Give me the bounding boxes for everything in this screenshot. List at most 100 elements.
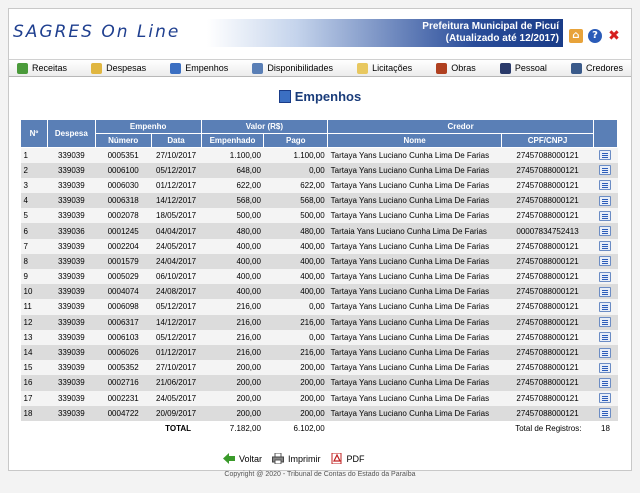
cell-data: 04/04/2017 <box>151 223 202 239</box>
home-icon[interactable]: ⌂ <box>569 29 583 43</box>
table-row: 11 339039 0006098 05/12/2017 216,00 0,00 Tarta… <box>20 299 618 315</box>
prefeitura-banner: Prefeitura Municipal de Picuí (Atualizad… <box>207 19 563 47</box>
details-icon[interactable] <box>599 408 612 419</box>
details-icon[interactable] <box>599 195 612 206</box>
nav-icon <box>357 62 369 74</box>
cell-empenhado: 400,00 <box>201 253 264 269</box>
cell-nome: Tartaya Yans Luciano Cunha Lima De Faria… <box>327 375 502 391</box>
pdf-button[interactable]: PDF <box>331 453 365 464</box>
cell-empenhado: 200,00 <box>201 405 264 421</box>
cell-cpf: 27457088000121 <box>501 375 594 391</box>
update-date: (Atualizado até 12/2017) <box>445 33 559 44</box>
details-icon[interactable] <box>599 362 612 373</box>
detail-cell <box>593 162 618 178</box>
cell-nome: Tartaya Yans Luciano Cunha Lima De Faria… <box>327 147 502 163</box>
total-pago: 6.102,00 <box>263 420 328 437</box>
cell-nome: Tartaya Yans Luciano Cunha Lima De Faria… <box>327 329 502 345</box>
details-icon[interactable] <box>599 165 612 176</box>
cell-empenhado: 568,00 <box>201 193 264 209</box>
total-empenhado: 7.182,00 <box>201 420 264 437</box>
cell-despesa: 339039 <box>47 360 96 376</box>
cell-n: 15 <box>20 360 48 376</box>
detail-cell <box>593 223 618 239</box>
nav-item-receitas[interactable]: Receitas <box>9 60 75 76</box>
cell-n: 12 <box>20 314 48 330</box>
voltar-button[interactable]: Voltar <box>223 453 262 464</box>
cell-data: 20/09/2017 <box>151 405 202 421</box>
cell-nome: Tartaya Yans Luciano Cunha Lima De Faria… <box>327 253 502 269</box>
cell-empenhado: 480,00 <box>201 223 264 239</box>
copyright: Copyright @ 2020 - Tribunal de Contas do… <box>224 471 416 478</box>
details-icon[interactable] <box>599 286 612 297</box>
cell-nome: Tartaya Yans Luciano Cunha Lima De Faria… <box>327 238 502 254</box>
cell-numero: 0004722 <box>95 405 152 421</box>
nav-item-pessoal[interactable]: Pessoal <box>492 60 555 76</box>
cell-nome: Tartaya Yans Luciano Cunha Lima De Faria… <box>327 177 502 194</box>
cell-cpf: 27457088000121 <box>501 269 594 285</box>
main-nav: Receitas Despesas Empenhos Disponibilidades… <box>9 59 631 77</box>
nav-item-despesas[interactable]: Despesas <box>83 60 154 76</box>
cell-n: 18 <box>20 405 48 421</box>
help-icon[interactable]: ? <box>588 29 602 43</box>
cell-pago: 0,00 <box>263 329 328 345</box>
cell-n: 14 <box>20 344 48 361</box>
sagres-logo[interactable]: SAGRES On Line <box>13 22 180 42</box>
cell-data: 18/05/2017 <box>151 208 202 224</box>
cell-cpf: 27457088000121 <box>501 253 594 269</box>
cell-n: 4 <box>20 193 48 209</box>
detail-cell <box>593 314 618 330</box>
details-icon[interactable] <box>599 332 612 343</box>
cell-empenhado: 216,00 <box>201 314 264 330</box>
cell-despesa: 339039 <box>47 284 96 300</box>
col-cpf-header: CPF/CNPJ <box>501 133 594 148</box>
close-icon[interactable]: ✖ <box>607 29 621 43</box>
cell-empenhado: 200,00 <box>201 390 264 406</box>
cell-nome: Tartaya Yans Luciano Cunha Lima De Faria… <box>327 299 502 315</box>
nav-item-credores[interactable]: Credores <box>563 60 631 76</box>
details-icon[interactable] <box>599 301 612 312</box>
cell-n: 17 <box>20 390 48 406</box>
cell-pago: 500,00 <box>263 208 328 224</box>
cell-pago: 568,00 <box>263 193 328 209</box>
table-row: 1 339039 0005351 27/10/2017 1.100,00 1.100,00… <box>20 147 618 163</box>
nav-label: Obras <box>451 63 476 73</box>
details-icon[interactable] <box>599 256 612 267</box>
cell-despesa: 339039 <box>47 177 96 194</box>
page-title: Empenhos <box>9 89 631 104</box>
details-icon[interactable] <box>599 271 612 282</box>
imprimir-button[interactable]: Imprimir <box>272 453 321 464</box>
detail-cell <box>593 147 618 163</box>
table-row: 18 339039 0004722 20/09/2017 200,00 200,00 Tar… <box>20 405 618 421</box>
cell-numero: 0006030 <box>95 177 152 194</box>
cell-despesa: 339039 <box>47 162 96 178</box>
cell-cpf: 27457088000121 <box>501 329 594 345</box>
table-row: 13 339039 0006103 05/12/2017 216,00 0,00 Tarta… <box>20 329 618 345</box>
header-icons: ⌂ ? ✖ <box>569 29 621 45</box>
details-icon[interactable] <box>599 226 612 237</box>
cell-empenhado: 216,00 <box>201 344 264 361</box>
nav-icon <box>91 62 103 74</box>
cell-data: 24/05/2017 <box>151 390 202 406</box>
details-icon[interactable] <box>599 210 612 221</box>
cell-nome: Tartaya Yans Luciano Cunha Lima De Faria… <box>327 344 502 361</box>
nav-item-licitaes[interactable]: Licitações <box>349 60 420 76</box>
details-icon[interactable] <box>599 150 612 161</box>
details-icon[interactable] <box>599 393 612 404</box>
nav-item-empenhos[interactable]: Empenhos <box>162 60 236 76</box>
cell-cpf: 27457088000121 <box>501 299 594 315</box>
col-pago-header: Pago <box>263 133 329 148</box>
nav-item-obras[interactable]: Obras <box>428 60 484 76</box>
valor-group-header: Valor (R$) <box>200 119 329 134</box>
nav-item-disponibilidades[interactable]: Disponibilidades <box>244 60 341 76</box>
cell-data: 24/08/2017 <box>151 284 202 300</box>
details-icon[interactable] <box>599 241 612 252</box>
cell-cpf: 27457088000121 <box>501 238 594 254</box>
details-icon[interactable] <box>599 377 612 388</box>
details-icon[interactable] <box>599 180 612 191</box>
cell-data: 27/10/2017 <box>151 360 202 376</box>
details-icon[interactable] <box>599 317 612 328</box>
cell-despesa: 339039 <box>47 147 96 163</box>
cell-cpf: 27457088000121 <box>501 177 594 194</box>
cell-pago: 480,00 <box>263 223 328 239</box>
details-icon[interactable] <box>599 347 612 358</box>
